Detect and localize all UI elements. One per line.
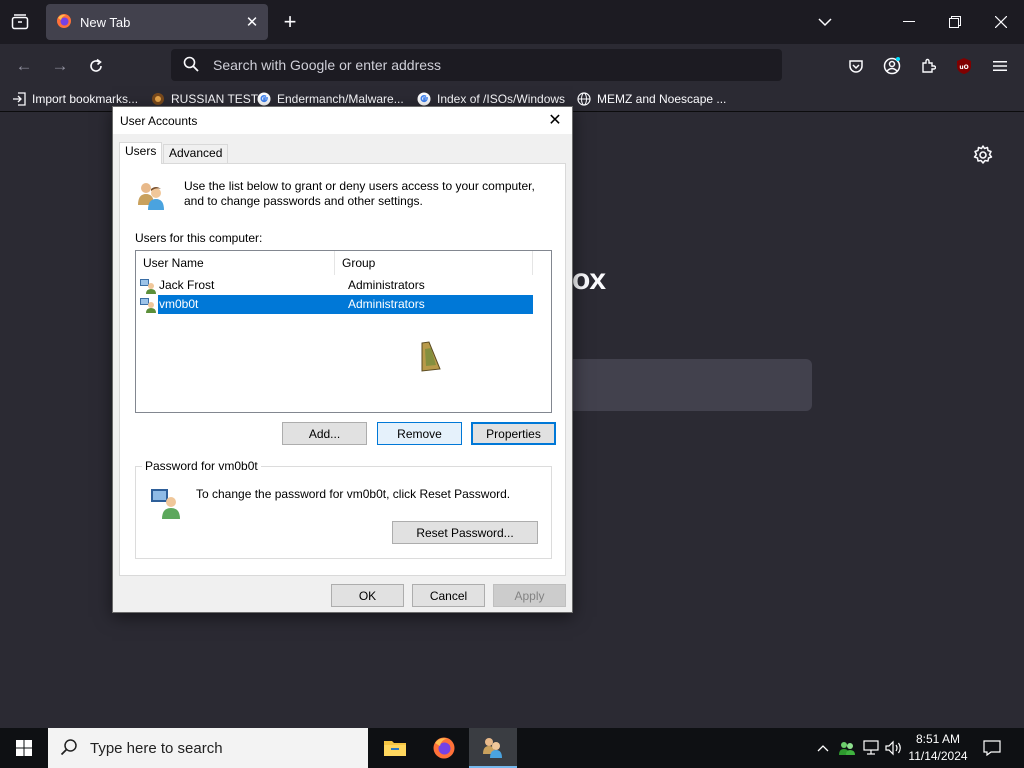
taskbar-search-placeholder: Type here to search xyxy=(90,739,223,757)
users-tab-panel: Use the list below to grant or deny user… xyxy=(119,163,566,576)
list-header: User Name Group xyxy=(136,251,551,275)
table-row[interactable]: Jack Frost Administrators xyxy=(140,276,533,295)
tab-list-icon[interactable] xyxy=(8,10,32,34)
remove-button[interactable]: Remove xyxy=(377,422,462,445)
network-icon[interactable] xyxy=(861,728,881,768)
user-accounts-taskbar-icon[interactable] xyxy=(469,728,517,768)
gear-icon[interactable] xyxy=(972,144,994,166)
notification-icon[interactable] xyxy=(980,728,1004,768)
user-name-cell: Jack Frost xyxy=(159,278,215,292)
ok-button[interactable]: OK xyxy=(331,584,404,607)
clock-date: 11/14/2024 xyxy=(908,749,968,763)
bookmark-label: Import bookmarks... xyxy=(32,92,139,106)
file-explorer-icon[interactable] xyxy=(371,728,419,768)
users-icon xyxy=(135,179,169,213)
tab-title: New Tab xyxy=(80,14,131,30)
window-close-icon[interactable] xyxy=(986,8,1016,36)
password-group-legend: Password for vm0b0t xyxy=(142,459,261,473)
back-icon[interactable]: ← xyxy=(10,52,38,80)
close-icon[interactable]: ✕ xyxy=(542,109,568,131)
bookmark-label: RUSSIAN TEST xyxy=(171,92,259,106)
globe-icon xyxy=(577,92,591,106)
taskbar-search-box[interactable]: Type here to search xyxy=(48,728,368,768)
tab-advanced[interactable]: Advanced xyxy=(163,144,229,163)
url-bar[interactable]: Search with Google or enter address xyxy=(171,49,782,81)
minimize-icon[interactable] xyxy=(894,8,924,36)
user-password-icon xyxy=(150,487,184,521)
user-account-icon xyxy=(140,278,156,294)
list-all-tabs-icon[interactable] xyxy=(810,8,840,36)
apply-button[interactable]: Apply xyxy=(493,584,566,607)
user-accounts-dialog: User Accounts ✕ Users Advanced Use the l… xyxy=(112,106,573,613)
users-list-label: Users for this computer: xyxy=(135,231,263,245)
windows-start-icon[interactable] xyxy=(0,728,48,768)
bookmark-label: MEMZ and Noescape ... xyxy=(597,92,727,106)
taskbar-clock[interactable]: 8:51 AM 11/14/2024 xyxy=(900,731,976,765)
table-row-selected[interactable]: vm0b0t Administrators xyxy=(140,295,533,314)
browser-nav-bar: ← → Search with Google or enter address … xyxy=(0,44,1024,86)
column-user-name[interactable]: User Name xyxy=(136,251,335,275)
ublock-icon[interactable]: uO xyxy=(950,52,978,80)
clock-time: 8:51 AM xyxy=(915,732,961,746)
password-instructions: To change the password for vm0b0t, click… xyxy=(196,487,511,501)
import-icon xyxy=(12,92,26,106)
add-button[interactable]: Add... xyxy=(282,422,367,445)
firefox-taskbar-icon[interactable] xyxy=(420,728,468,768)
brand-wordmark: ox xyxy=(572,263,606,296)
cancel-button[interactable]: Cancel xyxy=(412,584,485,607)
people-tray-icon[interactable] xyxy=(837,728,857,768)
extensions-icon[interactable] xyxy=(914,52,942,80)
search-icon xyxy=(60,738,78,759)
chevron-up-icon[interactable] xyxy=(814,728,832,768)
user-group-cell: Administrators xyxy=(348,278,425,292)
search-icon xyxy=(183,56,199,75)
users-list[interactable]: User Name Group Jack Frost Administrator… xyxy=(135,250,552,413)
bookmark-label: Index of /ISOs/Windows xyxy=(437,92,566,106)
dialog-titlebar[interactable]: User Accounts ✕ xyxy=(113,107,572,134)
user-name-cell: vm0b0t xyxy=(158,295,344,314)
password-groupbox: Password for vm0b0t To change the passwo… xyxy=(135,459,552,559)
dialog-title: User Accounts xyxy=(120,113,198,128)
column-group[interactable]: Group xyxy=(335,251,533,275)
pocket-icon[interactable] xyxy=(842,52,870,80)
page-search-box[interactable] xyxy=(572,359,812,411)
properties-button[interactable]: Properties xyxy=(471,422,556,445)
user-group-cell: Administrators xyxy=(344,295,533,314)
url-placeholder: Search with Google or enter address xyxy=(213,57,442,73)
svg-text:uO: uO xyxy=(959,64,968,71)
browser-tab-bar: New Tab ✕ + xyxy=(0,0,1024,44)
bookmark-label: Endermanch/Malware... xyxy=(277,92,404,106)
user-account-icon xyxy=(140,297,156,313)
account-icon[interactable] xyxy=(878,52,906,80)
intro-text: Use the list below to grant or deny user… xyxy=(184,179,535,208)
busy-cursor-icon xyxy=(419,341,443,373)
firefox-icon xyxy=(56,13,72,32)
google-icon xyxy=(417,92,431,106)
tab-new-tab[interactable]: New Tab ✕ xyxy=(46,4,268,40)
forward-icon[interactable]: → xyxy=(46,52,74,80)
new-tab-icon[interactable]: + xyxy=(278,9,302,34)
menu-icon[interactable] xyxy=(986,52,1014,80)
taskbar: Type here to search 8:51 AM 11/14/2024 xyxy=(0,728,1024,768)
reload-icon[interactable] xyxy=(82,52,110,80)
tab-close-icon[interactable]: ✕ xyxy=(240,10,264,34)
google-icon xyxy=(257,92,271,106)
reset-password-button[interactable]: Reset Password... xyxy=(392,521,538,544)
globe-icon xyxy=(151,92,165,106)
tab-users[interactable]: Users xyxy=(119,142,163,164)
bookmark-memz[interactable]: MEMZ and Noescape ... xyxy=(577,90,726,108)
restore-icon[interactable] xyxy=(940,8,970,36)
